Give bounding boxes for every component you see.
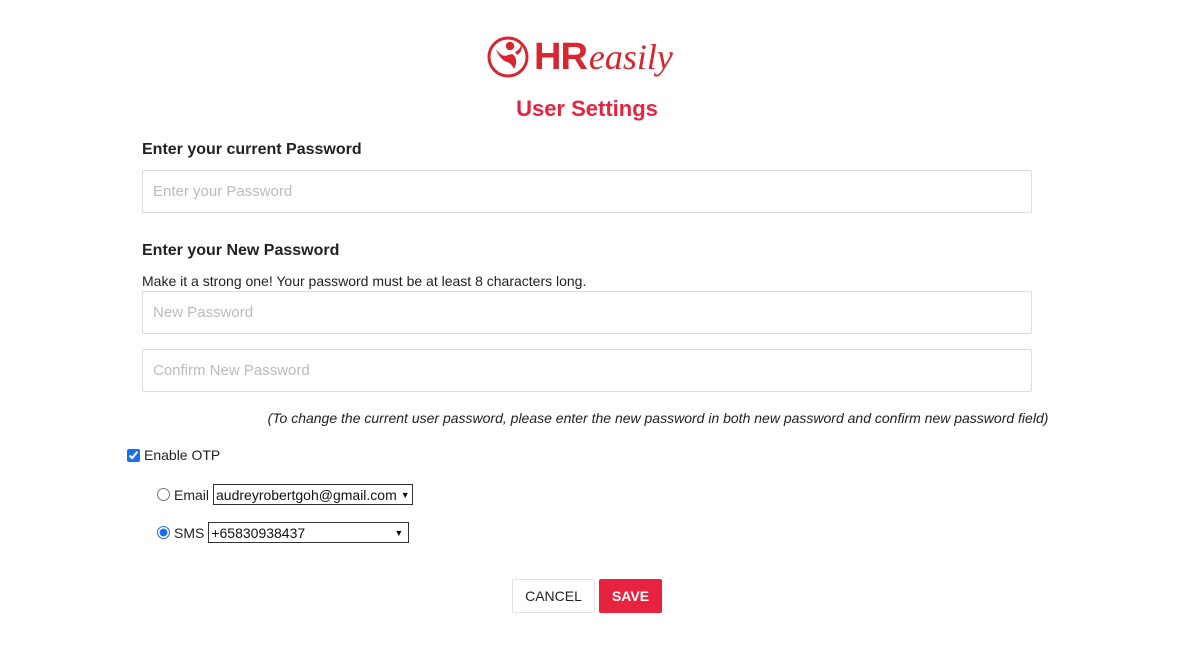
enable-otp-row: Enable OTP [126, 447, 220, 463]
otp-sms-row: SMS +65830938437 ▼ [157, 522, 410, 543]
enable-otp-label: Enable OTP [144, 447, 221, 463]
logo-text-easily: easily [588, 37, 673, 77]
otp-sms-label: SMS [174, 524, 205, 541]
enable-otp-checkbox[interactable] [127, 448, 140, 462]
otp-sms-radio[interactable] [157, 526, 170, 539]
otp-sms-value: +65830938437 [211, 524, 306, 541]
hreasily-logo-icon [487, 36, 529, 78]
chevron-down-icon: ▼ [394, 527, 404, 538]
page-title: User Settings [516, 96, 658, 121]
logo-wordmark: HReasily [534, 35, 673, 79]
new-password-input[interactable] [142, 291, 1032, 334]
otp-sms-select[interactable]: +65830938437 ▼ [208, 522, 410, 543]
logo-text-hr: HR [534, 36, 588, 78]
otp-email-radio[interactable] [157, 488, 170, 501]
current-password-input[interactable] [142, 170, 1032, 213]
otp-email-select[interactable]: audreyrobertgoh@gmail.com ▼ [213, 484, 414, 505]
confirm-password-input[interactable] [142, 349, 1032, 392]
password-strength-hint: Make it a strong one! Your password must… [142, 273, 587, 289]
save-button[interactable]: SAVE [599, 579, 662, 613]
otp-email-row: Email audreyrobertgoh@gmail.com ▼ [157, 484, 414, 505]
otp-email-value: audreyrobertgoh@gmail.com [216, 486, 397, 503]
cancel-button[interactable]: CANCEL [512, 579, 595, 613]
chevron-down-icon: ▼ [400, 489, 410, 500]
password-change-note: (To change the current user password, pl… [267, 410, 1049, 426]
current-password-heading: Enter your current Password [142, 141, 362, 158]
hreasily-logo: HReasily [486, 34, 673, 80]
new-password-heading: Enter your New Password [142, 242, 340, 259]
otp-email-label: Email [174, 486, 210, 503]
